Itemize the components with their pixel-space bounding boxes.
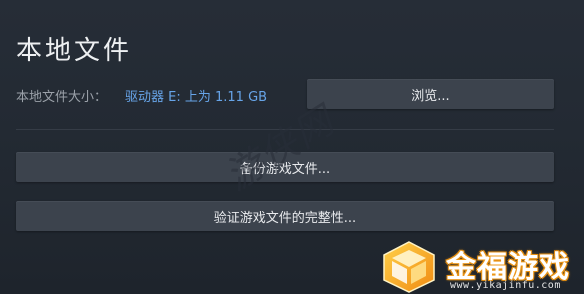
logo-url: www.yikajinfu.com bbox=[450, 280, 561, 291]
verify-integrity-button[interactable]: 验证游戏文件的完整性... bbox=[16, 201, 554, 231]
local-size-value[interactable]: 驱动器 E: 上为 1.11 GB bbox=[125, 86, 267, 105]
logo-name: 金福游戏 bbox=[446, 250, 570, 285]
site-logo: 金福游戏 www.yikajinfu.com bbox=[378, 238, 584, 294]
backup-game-files-button[interactable]: 备份游戏文件... bbox=[16, 152, 554, 182]
local-size-row: 本地文件大小： 驱动器 E: 上为 1.11 GB bbox=[16, 86, 267, 105]
local-size-label: 本地文件大小： bbox=[16, 90, 108, 105]
divider bbox=[16, 129, 554, 130]
page-title: 本地文件 bbox=[16, 36, 133, 66]
browse-button[interactable]: 浏览... bbox=[307, 79, 554, 109]
gold-cube-icon bbox=[383, 241, 435, 293]
local-files-panel: 本地文件 本地文件大小： 驱动器 E: 上为 1.11 GB 浏览... 备份游… bbox=[0, 0, 584, 294]
